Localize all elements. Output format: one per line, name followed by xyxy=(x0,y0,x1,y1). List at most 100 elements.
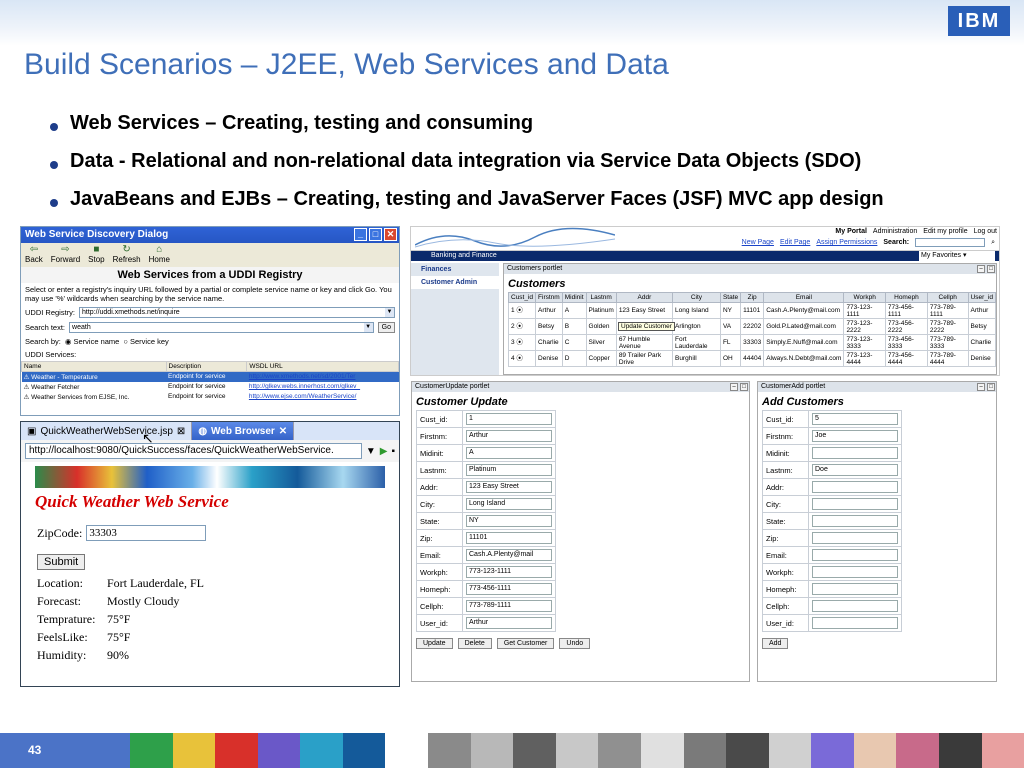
stop-button[interactable]: ■ Stop xyxy=(88,245,104,265)
column-header[interactable]: Cellph xyxy=(926,292,969,303)
close-icon[interactable]: ✕ xyxy=(384,228,397,241)
column-header[interactable]: Workph xyxy=(843,292,886,303)
new-page-link[interactable]: New Page xyxy=(742,239,774,246)
tab-web-browser[interactable]: ◍ Web Browser ✕ xyxy=(192,422,295,440)
forward-button[interactable]: ⇨ Forward xyxy=(51,245,80,265)
select-radio[interactable]: ⦿ xyxy=(515,307,523,314)
back-button[interactable]: ⇦ Back xyxy=(25,245,43,265)
table-row[interactable]: ⚠ Weather Services from EJSE, Inc. Endpo… xyxy=(22,392,399,402)
column-header[interactable]: City xyxy=(671,292,721,303)
maximize-icon[interactable]: □ xyxy=(987,383,995,391)
table-row[interactable]: 1 ⦿ Arthur A Platinum 123 Easy Street Long Is… xyxy=(507,302,996,319)
field-input[interactable] xyxy=(812,481,898,493)
field-input[interactable]: NY xyxy=(466,515,552,527)
portal-search-input[interactable] xyxy=(915,238,986,247)
favorites-select[interactable]: My Favorites ▾ xyxy=(919,251,995,261)
administration-link[interactable]: Administration xyxy=(873,228,917,235)
go-arrow-icon[interactable]: ▶ xyxy=(380,446,388,457)
wsdl-link[interactable]: http://www.xmethods.net/sd/2001/Ter xyxy=(249,373,356,380)
column-header[interactable]: Midinit xyxy=(561,292,587,303)
radio-service-name[interactable]: ◉ Service name xyxy=(65,337,120,346)
column-header[interactable]: Cust_id xyxy=(507,292,537,303)
field-input[interactable]: Arthur xyxy=(466,430,552,442)
table-row[interactable]: 4 ⦿ Denise D Copper 89 Trailer Park Drive Bur… xyxy=(507,350,996,367)
edit-page-link[interactable]: Edit Page xyxy=(780,239,810,246)
table-row[interactable]: ⚠ Weather Fetcher Endpoint for service h… xyxy=(22,382,399,392)
add-button[interactable]: Add xyxy=(762,638,789,649)
field-input[interactable] xyxy=(812,447,898,459)
column-header[interactable]: WSDL URL xyxy=(246,361,399,372)
tab-quickweather-jsp[interactable]: ▣ QuickWeatherWebService.jsp ⊠ xyxy=(21,422,193,440)
maximize-icon[interactable]: □ xyxy=(369,228,382,241)
field-input[interactable]: Cash.A.Plenty@mail xyxy=(466,549,552,561)
chevron-down-icon[interactable]: ▼ xyxy=(366,446,376,457)
chevron-down-icon[interactable]: ▼ xyxy=(385,308,394,317)
home-button[interactable]: ⌂ Home xyxy=(149,245,170,265)
maximize-icon[interactable]: □ xyxy=(987,265,995,273)
select-radio[interactable]: ⦿ xyxy=(515,323,523,330)
column-header[interactable]: Description xyxy=(165,361,248,372)
field-input[interactable] xyxy=(812,549,898,561)
field-input[interactable]: 773-456-1111 xyxy=(466,583,552,595)
field-input[interactable]: Arthur xyxy=(466,617,552,629)
update-button[interactable]: Update xyxy=(416,638,453,649)
field-input[interactable]: Platinum xyxy=(466,464,552,476)
minimize-icon[interactable]: – xyxy=(977,265,985,273)
field-input[interactable]: 123 Easy Street xyxy=(466,481,552,493)
field-input[interactable]: 5 xyxy=(812,413,898,425)
field-input[interactable]: 11101 xyxy=(466,532,552,544)
wsdl-link[interactable]: http://glkev.webs.innerhost.com/glkev_ xyxy=(249,383,360,390)
refresh-button[interactable]: ↻ Refresh xyxy=(113,245,141,265)
discovery-titlebar[interactable]: Web Service Discovery Dialog _ □ ✕ xyxy=(21,227,399,243)
field-input[interactable] xyxy=(812,532,898,544)
sidebar-item-finances[interactable]: Finances xyxy=(411,263,499,276)
column-header[interactable]: Addr xyxy=(615,292,673,303)
field-input[interactable] xyxy=(812,515,898,527)
field-input[interactable] xyxy=(812,566,898,578)
field-input[interactable] xyxy=(812,583,898,595)
minimize-icon[interactable]: – xyxy=(730,383,738,391)
submit-button[interactable]: Submit xyxy=(37,554,86,570)
get-customer-button[interactable]: Get Customer xyxy=(496,638,555,649)
go-button[interactable]: Go xyxy=(377,322,395,333)
field-input[interactable] xyxy=(812,498,898,510)
table-row[interactable]: 3 ⦿ Charlie C Silver 67 Humble Avenue Fort La… xyxy=(507,334,996,351)
zipcode-input[interactable]: 33303 xyxy=(86,525,207,541)
select-radio[interactable]: ⦿ xyxy=(515,355,523,362)
registry-select[interactable]: http://uddi.xmethods.net/inquire ▼ xyxy=(79,307,395,318)
minimize-icon[interactable]: _ xyxy=(354,228,367,241)
search-icon[interactable]: ⌕ xyxy=(991,239,995,247)
field-input[interactable]: A xyxy=(466,447,552,459)
my-portal-link[interactable]: My Portal xyxy=(835,228,867,235)
tab-banking-finance[interactable]: Banking and Finance xyxy=(431,252,497,259)
field-input[interactable]: 773-123-1111 xyxy=(466,566,552,578)
chevron-down-icon[interactable]: ▼ xyxy=(363,323,373,332)
column-header[interactable]: Email xyxy=(763,292,845,303)
field-input[interactable] xyxy=(812,617,898,629)
url-input[interactable]: http://localhost:9080/QuickSuccess/faces… xyxy=(25,443,362,459)
field-input[interactable]: 1 xyxy=(466,413,552,425)
field-input[interactable] xyxy=(812,600,898,612)
logout-link[interactable]: Log out xyxy=(974,228,997,235)
field-input[interactable]: 773-789-1111 xyxy=(466,600,552,612)
column-header[interactable]: Name xyxy=(21,361,167,372)
column-header[interactable]: State xyxy=(719,292,742,303)
wsdl-link[interactable]: http://www.ejse.com/WeatherService/ xyxy=(249,393,357,400)
table-row[interactable]: ⚠ Weather - Temperature Endpoint for ser… xyxy=(21,371,399,382)
select-radio[interactable]: ⦿ xyxy=(515,339,523,346)
field-input[interactable]: Long Island xyxy=(466,498,552,510)
search-input[interactable]: weath ▼ xyxy=(69,322,374,333)
assign-permissions-link[interactable]: Assign Permissions xyxy=(816,239,877,246)
close-icon[interactable]: ✕ xyxy=(279,426,287,437)
minimize-icon[interactable]: – xyxy=(977,383,985,391)
stop-icon[interactable]: ▪ xyxy=(391,446,395,457)
radio-service-key[interactable]: ○ Service key xyxy=(123,337,168,346)
sidebar-item-customer-admin[interactable]: Customer Admin xyxy=(411,276,499,289)
column-header[interactable]: Firstnm xyxy=(535,292,563,303)
field-input[interactable]: Doe xyxy=(812,464,898,476)
field-input[interactable]: Joe xyxy=(812,430,898,442)
edit-profile-link[interactable]: Edit my profile xyxy=(923,228,967,235)
delete-button[interactable]: Delete xyxy=(457,638,492,649)
table-row[interactable]: 2 ⦿BetsyBGolden45 Plush CircleArlingtonV… xyxy=(507,318,996,335)
column-header[interactable]: User_id xyxy=(967,292,996,303)
